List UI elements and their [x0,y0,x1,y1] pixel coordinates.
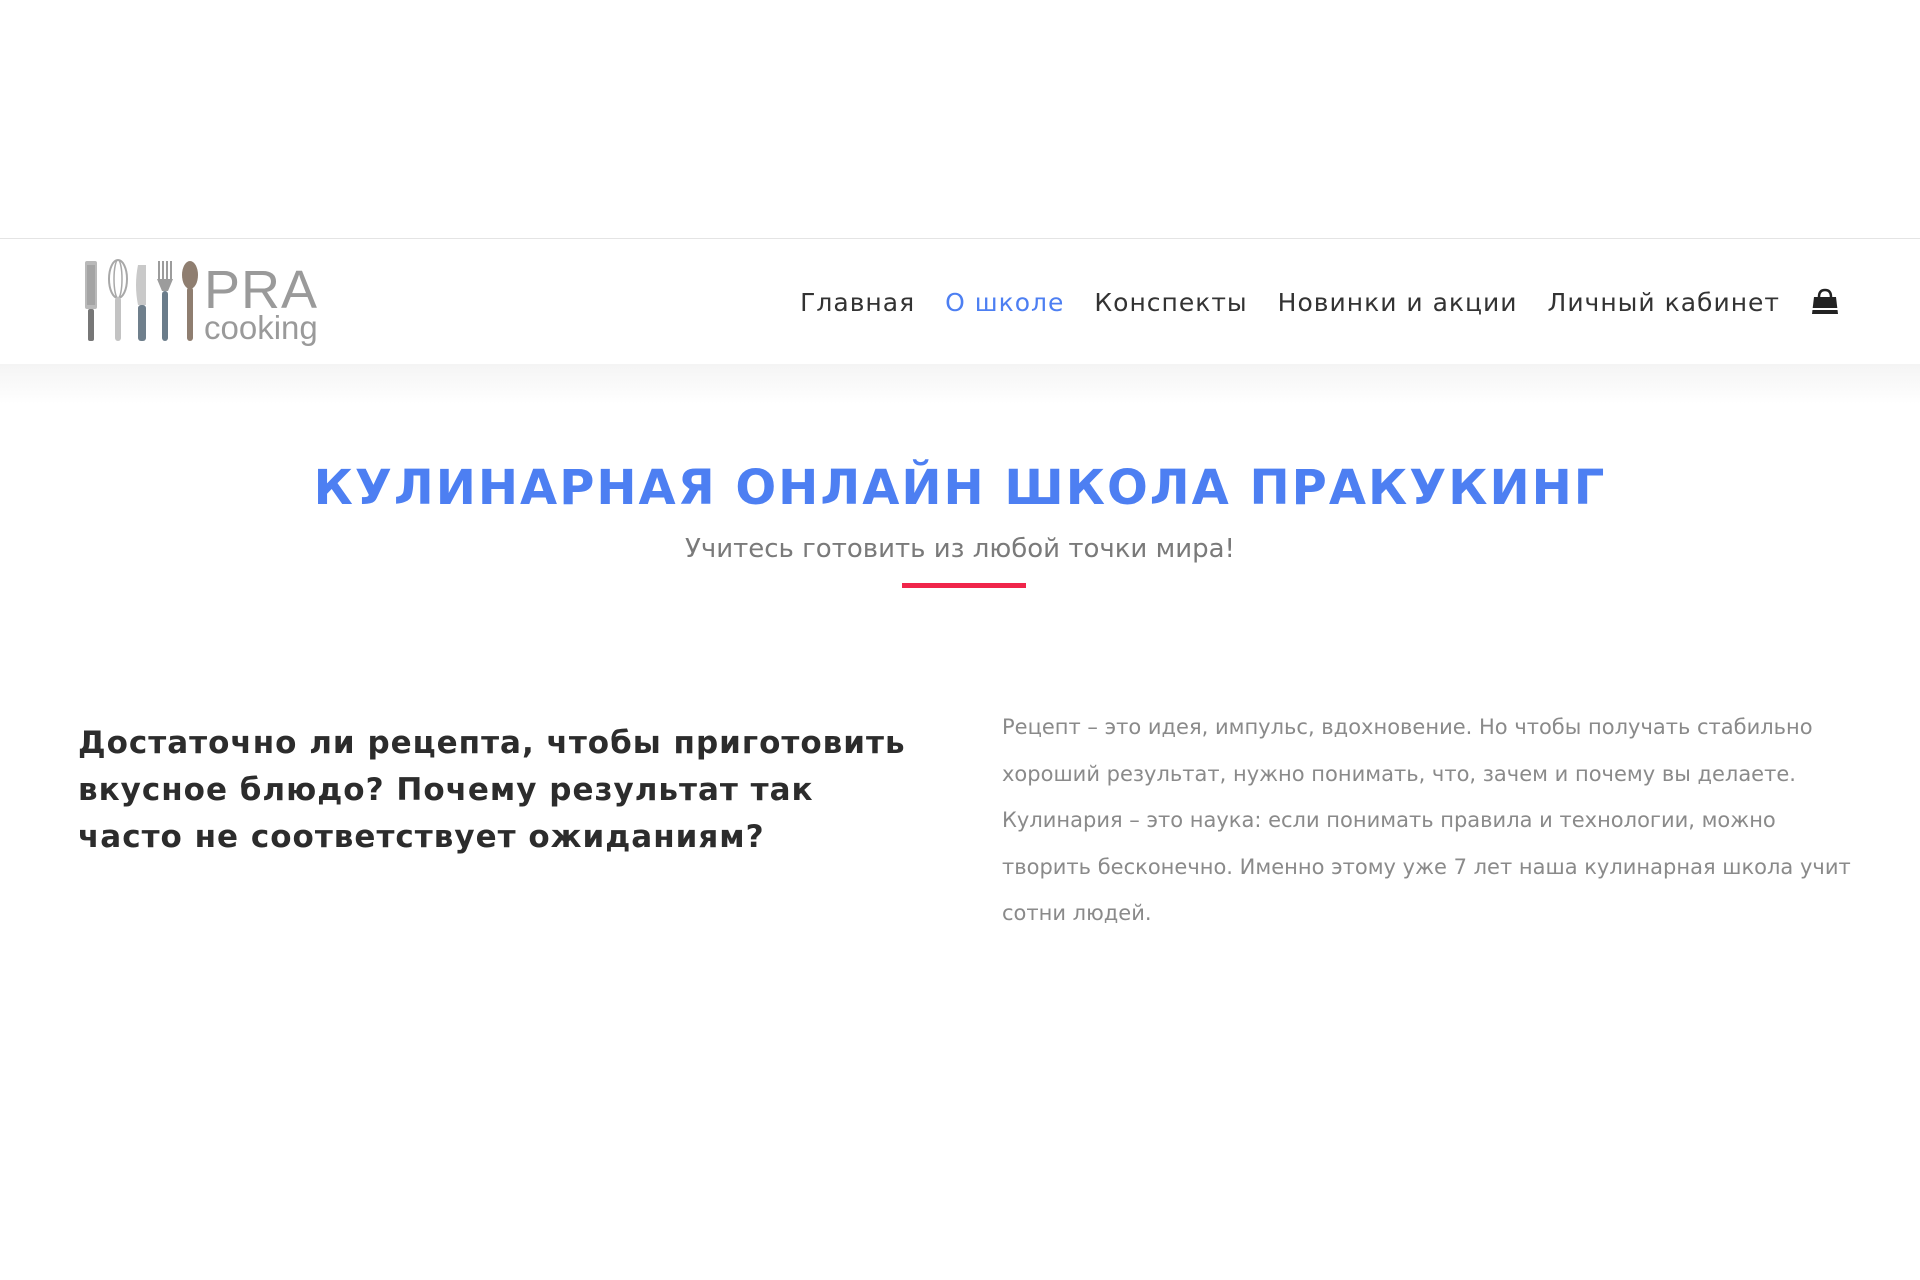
page-subtitle: Учитесь готовить из любой точки мира! [685,534,1235,564]
main-navigation: Главная О школе Конспекты Новинки и акци… [770,239,1920,365]
nav-item-news-offers[interactable]: Новинки и акции [1278,288,1518,317]
nav-item-about-school[interactable]: О школе [945,288,1064,317]
kitchen-utensils-icon [85,259,198,341]
shopping-bag-icon[interactable] [1810,287,1840,317]
logo-text-cooking: cooking [204,309,318,346]
title-divider [902,583,1026,588]
site-logo[interactable]: PRA cooking [82,257,332,347]
page-title: КУЛИНАРНАЯ ОНЛАЙН ШКОЛА ПРАКУКИНГ [313,460,1607,516]
intro-description: Рецепт – это идея, импульс, вдохновение.… [1002,704,1862,937]
intro-question-heading: Достаточно ли рецепта, чтобы приготовить… [78,725,906,855]
nav-item-account[interactable]: Личный кабинет [1548,288,1780,317]
top-blank-area [0,0,1920,238]
description-paragraph-2: Кулинария – это наука: если понимать пра… [1002,808,1851,925]
page: PRA cooking Главная О школе Конспекты Но… [0,0,1920,1280]
nav-item-home[interactable]: Главная [800,288,915,317]
header-shadow [0,364,1920,404]
description-paragraph-1: Рецепт – это идея, импульс, вдохновение.… [1002,715,1813,786]
nav-item-notes[interactable]: Конспекты [1094,288,1247,317]
site-header: PRA cooking Главная О школе Конспекты Но… [0,238,1920,364]
